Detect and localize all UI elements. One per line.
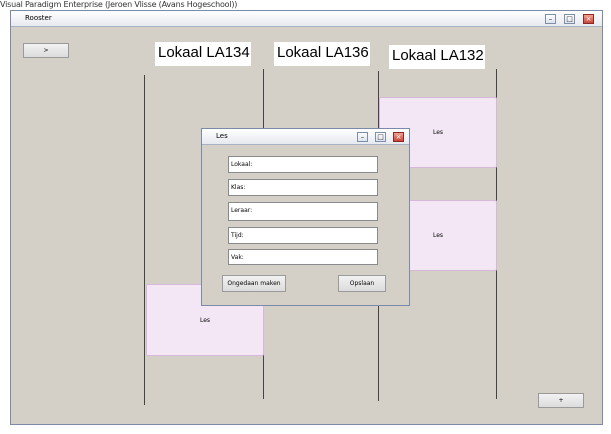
save-button[interactable]: Opslaan	[338, 275, 386, 292]
lesson-dialog: Les – □ × Lokaal: Klas: Leraar: Tijd: Va…	[201, 128, 410, 306]
vak-field[interactable]: Vak:	[228, 249, 378, 265]
room-header-la136: Lokaal LA136	[274, 42, 370, 66]
leraar-field[interactable]: Leraar:	[228, 202, 378, 221]
tijd-field[interactable]: Tijd:	[228, 227, 378, 244]
dialog-minimize-button[interactable]: –	[357, 132, 368, 142]
lesson-label: Les	[432, 129, 444, 136]
room-header-la132: Lokaal LA132	[389, 45, 485, 69]
column-line	[144, 75, 145, 405]
dialog-titlebar[interactable]: Les – □ ×	[202, 129, 409, 145]
window-title: Rooster	[25, 14, 52, 22]
lokaal-field[interactable]: Lokaal:	[228, 156, 378, 173]
klas-field[interactable]: Klas:	[228, 179, 378, 196]
close-button[interactable]: ×	[583, 14, 594, 24]
minimize-button[interactable]: –	[545, 14, 556, 24]
dialog-maximize-button[interactable]: □	[375, 132, 386, 142]
dialog-title: Les	[216, 132, 228, 140]
dialog-close-button[interactable]: ×	[393, 132, 404, 142]
undo-button[interactable]: Ongedaan maken	[222, 275, 286, 292]
lesson-label: Les	[199, 317, 211, 324]
prev-button[interactable]: >	[23, 43, 69, 58]
app-caption: Visual Paradigm Enterprise (Jeroen Vliss…	[0, 0, 238, 9]
window-titlebar[interactable]: Rooster – □ ×	[11, 11, 602, 27]
lesson-label: Les	[432, 232, 444, 239]
maximize-button[interactable]: □	[564, 14, 575, 24]
room-header-la134: Lokaal LA134	[155, 42, 251, 66]
add-button[interactable]: +	[538, 393, 584, 408]
